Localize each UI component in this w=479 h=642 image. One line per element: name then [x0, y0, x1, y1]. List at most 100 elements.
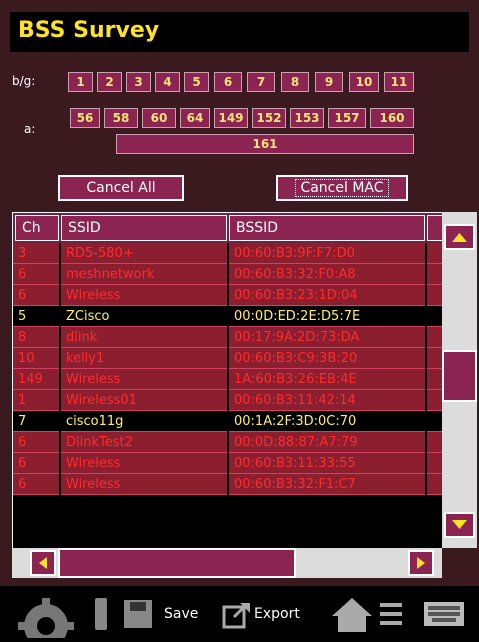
scroll-down-button[interactable]: [444, 512, 475, 538]
cell-channel: 1: [13, 390, 59, 411]
column-header-ch[interactable]: Ch: [15, 215, 59, 241]
column-header-extra[interactable]: [427, 215, 443, 241]
scroll-right-button[interactable]: [408, 550, 434, 576]
cell-bssid: 00:60:B3:11:33:55: [229, 453, 425, 474]
bg-channel-8[interactable]: 8: [281, 72, 309, 92]
cell-bssid: 00:60:B3:C9:3B:20: [229, 348, 425, 369]
cell-channel: 6: [13, 453, 59, 474]
cell-ssid: Wireless: [61, 369, 227, 390]
bg-band-label: b/g:: [12, 74, 36, 88]
down-arrow-icon: [452, 520, 467, 529]
a-channel-161[interactable]: 161: [116, 134, 414, 154]
cell-bssid: 00:60:B3:11:42:14: [229, 390, 425, 411]
vertical-scroll-thumb[interactable]: [442, 350, 477, 402]
scroll-left-button[interactable]: [30, 550, 56, 576]
save-label: Save: [164, 606, 199, 622]
cell-extra: [427, 390, 443, 411]
table-row[interactable]: 6 meshnetwork 00:60:B3:32:F0:A8: [13, 264, 443, 285]
scroll-corner: [442, 548, 477, 578]
cell-ssid: dlink: [61, 327, 227, 348]
bg-channel-10[interactable]: 10: [349, 72, 379, 92]
cell-bssid: 00:0D:ED:2E:D5:7E: [229, 306, 425, 327]
bg-channel-2[interactable]: 2: [97, 72, 122, 92]
cell-extra: [427, 474, 443, 495]
column-header-bssid[interactable]: BSSID: [229, 215, 425, 241]
cell-ssid: Wireless01: [61, 390, 227, 411]
column-header-ssid[interactable]: SSID: [61, 215, 227, 241]
a-channel-58[interactable]: 58: [104, 108, 138, 128]
bg-channel-11[interactable]: 11: [384, 72, 414, 92]
cell-bssid: 00:0D:88:87:A7:79: [229, 432, 425, 453]
gear-icon: [18, 598, 74, 638]
settings-gear-button[interactable]: [10, 586, 82, 642]
horizontal-scroll-thumb[interactable]: [58, 548, 296, 578]
cell-extra: [427, 453, 443, 474]
home-button[interactable]: [330, 586, 374, 642]
a-channel-56[interactable]: 56: [70, 108, 100, 128]
a-channel-160[interactable]: 160: [370, 108, 414, 128]
table-row[interactable]: 149 Wireless 1A:60:B3:26:EB:4E: [13, 369, 443, 390]
cell-extra: [427, 285, 443, 306]
horizontal-scrollbar[interactable]: [12, 548, 442, 578]
device-button[interactable]: [94, 586, 108, 642]
cell-ssid: RD5-580+: [61, 243, 227, 264]
cell-bssid: 00:1A:2F:3D:0C:70: [229, 411, 425, 432]
table-row[interactable]: 10 kelly1 00:60:B3:C9:3B:20: [13, 348, 443, 369]
save-disk-icon: [124, 600, 152, 628]
cell-extra: [427, 432, 443, 453]
cell-ssid: Wireless: [61, 474, 227, 495]
bg-channel-1[interactable]: 1: [68, 72, 93, 92]
title-bar: BSS Survey: [10, 12, 469, 52]
cell-bssid: 00:60:B3:32:F0:A8: [229, 264, 425, 285]
cancel-all-button[interactable]: Cancel All: [58, 175, 184, 201]
bg-channel-4[interactable]: 4: [155, 72, 180, 92]
cell-extra: [427, 369, 443, 390]
cell-ssid: Wireless: [61, 453, 227, 474]
a-band-label: a:: [24, 122, 36, 136]
menu-button[interactable]: [378, 586, 404, 642]
a-channel-64[interactable]: 64: [180, 108, 210, 128]
cell-channel: 149: [13, 369, 59, 390]
bg-channel-9[interactable]: 9: [315, 72, 343, 92]
a-channel-60[interactable]: 60: [142, 108, 176, 128]
vertical-scrollbar[interactable]: [442, 212, 477, 550]
table-row[interactable]: 3 RD5-580+ 00:60:B3:9F:F7:D0: [13, 243, 443, 264]
bg-channel-3[interactable]: 3: [126, 72, 151, 92]
table-row[interactable]: 8 dlink 00:17:9A:2D:73:DA: [13, 327, 443, 348]
table-row[interactable]: 7 cisco11g 00:1A:2F:3D:0C:70: [13, 411, 443, 432]
left-arrow-icon: [39, 557, 47, 569]
cell-channel: 5: [13, 306, 59, 327]
cell-ssid: Wireless: [61, 285, 227, 306]
save-button[interactable]: Save: [122, 586, 198, 642]
table-row[interactable]: 6 DlinkTest2 00:0D:88:87:A7:79: [13, 432, 443, 453]
scroll-up-button[interactable]: [444, 224, 475, 250]
cell-bssid: 00:17:9A:2D:73:DA: [229, 327, 425, 348]
home-icon: [332, 598, 372, 632]
table-row[interactable]: 6 Wireless 00:60:B3:23:1D:04: [13, 285, 443, 306]
cell-extra: [427, 264, 443, 285]
keyboard-icon: [424, 602, 464, 626]
cell-bssid: 00:60:B3:23:1D:04: [229, 285, 425, 306]
cell-extra: [427, 243, 443, 264]
a-channel-157[interactable]: 157: [328, 108, 366, 128]
cell-channel: 7: [13, 411, 59, 432]
table-row[interactable]: 6 Wireless 00:60:B3:11:33:55: [13, 453, 443, 474]
export-button[interactable]: Export: [222, 586, 300, 642]
a-channel-153[interactable]: 153: [290, 108, 324, 128]
cell-ssid: cisco11g: [61, 411, 227, 432]
keyboard-button[interactable]: [422, 586, 466, 642]
table-row[interactable]: 5 ZCisco 00:0D:ED:2E:D5:7E: [13, 306, 443, 327]
cell-ssid: ZCisco: [61, 306, 227, 327]
bg-channel-6[interactable]: 6: [214, 72, 242, 92]
bg-channel-5[interactable]: 5: [184, 72, 209, 92]
cancel-mac-button[interactable]: Cancel MAC: [276, 175, 408, 201]
a-channel-149[interactable]: 149: [214, 108, 248, 128]
cell-extra: [427, 348, 443, 369]
table-row[interactable]: 1 Wireless01 00:60:B3:11:42:14: [13, 390, 443, 411]
cell-channel: 3: [13, 243, 59, 264]
a-channel-152[interactable]: 152: [252, 108, 286, 128]
table-row[interactable]: 6 Wireless 00:60:B3:32:F1:C7: [13, 474, 443, 495]
page-title: BSS Survey: [18, 18, 160, 43]
cell-ssid: kelly1: [61, 348, 227, 369]
bg-channel-7[interactable]: 7: [247, 72, 275, 92]
